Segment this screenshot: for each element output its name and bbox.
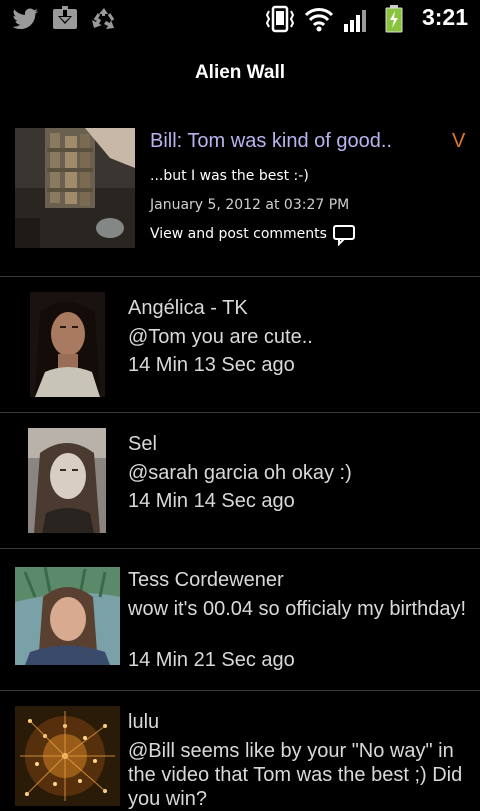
- avatar: [15, 706, 120, 806]
- battery-charging-icon: [385, 5, 403, 33]
- status-bar: 3:21: [0, 0, 480, 38]
- list-item[interactable]: lulu @Bill seems like by your "No way" i…: [0, 691, 480, 810]
- post-author: Sel: [128, 433, 157, 455]
- wifi-icon: [304, 8, 334, 32]
- twitter-icon: [12, 8, 38, 30]
- featured-post[interactable]: Bill: Tom was kind of good.. V ...but I …: [0, 110, 480, 276]
- post-message: @Tom you are cute..: [128, 326, 313, 348]
- featured-thumbnail[interactable]: [15, 128, 135, 248]
- avatar: [28, 428, 106, 533]
- download-icon: [53, 6, 77, 29]
- list-item[interactable]: Angélica - TK @Tom you are cute.. 14 Min…: [0, 277, 480, 412]
- view-comments-link[interactable]: View and post comments: [150, 226, 327, 242]
- recycle-icon: [92, 8, 115, 29]
- featured-date: January 5, 2012 at 03:27 PM: [150, 197, 350, 213]
- post-author: Angélica - TK: [128, 297, 248, 319]
- post-time: 14 Min 13 Sec ago: [128, 354, 295, 376]
- vibrate-icon: [265, 5, 295, 33]
- post-message: @Bill seems like by your "No way" in the…: [128, 740, 463, 810]
- featured-subtitle: ...but I was the best :-): [150, 168, 309, 184]
- list-item[interactable]: Tess Cordewener wow it's 00.04 so offici…: [0, 549, 480, 689]
- comment-icon[interactable]: [332, 224, 356, 246]
- clock: 3:21: [421, 4, 468, 30]
- featured-title[interactable]: Bill: Tom was kind of good..: [150, 130, 392, 153]
- post-time: 14 Min 14 Sec ago: [128, 490, 295, 512]
- avatar: [15, 567, 120, 665]
- signal-icon: [344, 10, 366, 32]
- post-time: 14 Min 21 Sec ago: [128, 649, 295, 671]
- post-message: @sarah garcia oh okay :): [128, 462, 352, 484]
- list-item[interactable]: Sel @sarah garcia oh okay :) 14 Min 14 S…: [0, 413, 480, 548]
- avatar: [30, 292, 105, 397]
- post-author: Tess Cordewener: [128, 569, 284, 591]
- post-message: wow it's 00.04 so officialy my birthday!: [128, 598, 467, 620]
- page-title: Alien Wall: [194, 62, 286, 83]
- post-author: lulu: [128, 711, 160, 733]
- featured-indicator: V: [452, 130, 466, 152]
